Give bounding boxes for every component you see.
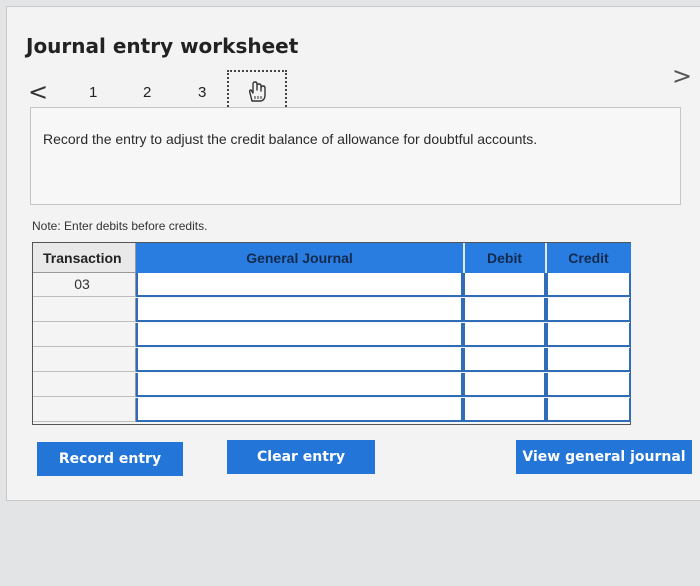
account-input[interactable]	[136, 323, 463, 347]
credit-input[interactable]	[546, 298, 631, 322]
hand-pointer-icon	[248, 81, 266, 102]
journal-table: Transaction General Journal Debit Credit…	[32, 242, 631, 425]
debit-input[interactable]	[463, 298, 546, 322]
instruction-box: Record the entry to adjust the credit ba…	[30, 107, 681, 205]
header-divider	[545, 243, 547, 273]
account-input[interactable]	[136, 348, 463, 372]
credit-input[interactable]	[546, 273, 631, 297]
debit-input[interactable]	[463, 323, 546, 347]
clear-entry-button[interactable]: Clear entry	[227, 440, 375, 474]
header-credit: Credit	[546, 243, 631, 273]
header-debit: Debit	[463, 243, 546, 273]
next-arrow-icon[interactable]: >	[672, 64, 692, 88]
credit-input[interactable]	[546, 323, 631, 347]
step-1-link[interactable]: 1	[89, 84, 97, 101]
transaction-cell	[33, 398, 136, 422]
header-divider	[463, 243, 465, 273]
account-input[interactable]	[136, 273, 463, 297]
transaction-cell	[33, 373, 136, 397]
credit-input[interactable]	[546, 398, 631, 422]
previous-arrow-icon[interactable]: <	[28, 80, 48, 104]
header-general-journal: General Journal	[136, 243, 463, 273]
debit-input[interactable]	[463, 398, 546, 422]
account-input[interactable]	[136, 398, 463, 422]
debit-input[interactable]	[463, 373, 546, 397]
debit-input[interactable]	[463, 348, 546, 372]
record-entry-button[interactable]: Record entry	[37, 442, 183, 476]
account-input[interactable]	[136, 298, 463, 322]
step-3-link[interactable]: 3	[198, 84, 206, 101]
instruction-text: Record the entry to adjust the credit ba…	[43, 131, 538, 147]
transaction-cell	[33, 323, 136, 347]
worksheet-title: Journal entry worksheet	[26, 34, 299, 58]
view-general-journal-button[interactable]: View general journal	[516, 440, 692, 474]
transaction-cell	[33, 298, 136, 322]
transaction-cell: 03	[33, 273, 136, 297]
header-transaction: Transaction	[33, 243, 136, 273]
credit-input[interactable]	[546, 373, 631, 397]
note-text: Note: Enter debits before credits.	[32, 219, 208, 233]
account-input[interactable]	[136, 373, 463, 397]
debit-input[interactable]	[463, 273, 546, 297]
credit-input[interactable]	[546, 348, 631, 372]
transaction-cell	[33, 348, 136, 372]
step-2-link[interactable]: 2	[143, 84, 151, 101]
